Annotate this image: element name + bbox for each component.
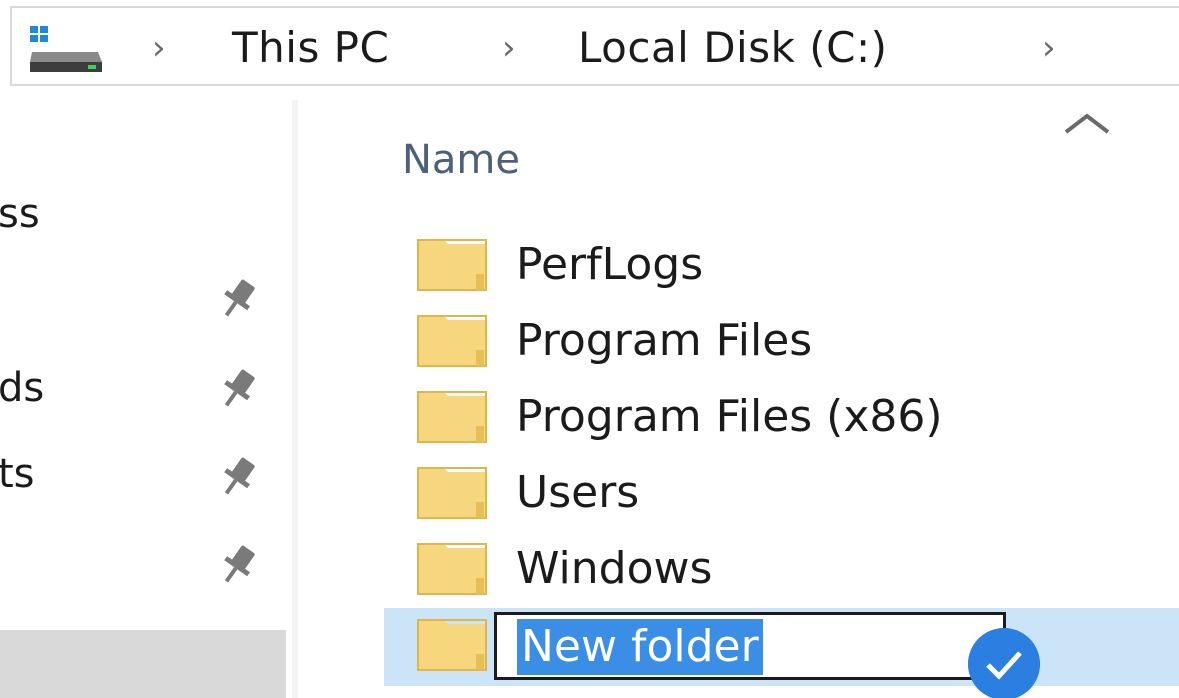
file-list: PerfLogs Program Files Program Files (x8… (384, 228, 1179, 698)
file-name: Users (516, 467, 640, 518)
file-explorer-window: › This PC › Local Disk (C:) › ss ds ts N… (0, 0, 1179, 698)
folder-icon (417, 619, 487, 671)
pane-divider[interactable] (292, 100, 298, 698)
navigation-pane: ss ds ts (0, 90, 292, 698)
nav-item-label[interactable]: ts (0, 448, 35, 500)
file-row[interactable]: Program Files (x86) (384, 380, 1179, 456)
rename-input-value[interactable]: New folder (517, 619, 763, 675)
breadcrumb-separator[interactable]: › (152, 20, 166, 76)
folder-icon (417, 239, 487, 291)
pin-icon[interactable] (208, 542, 268, 588)
breadcrumb-separator[interactable]: › (1042, 20, 1056, 76)
folder-icon (417, 543, 487, 595)
nav-item-label[interactable]: ss (0, 188, 40, 240)
folder-icon (417, 467, 487, 519)
nav-item-label[interactable]: ds (0, 362, 44, 414)
folder-icon (417, 391, 487, 443)
breadcrumb-separator[interactable]: › (502, 20, 516, 76)
file-name: Program Files (x86) (516, 391, 943, 442)
address-bar[interactable]: › This PC › Local Disk (C:) › (10, 6, 1179, 86)
breadcrumb-this-pc[interactable]: This PC (232, 20, 389, 76)
pin-icon[interactable] (208, 454, 268, 500)
file-row[interactable]: Users (384, 456, 1179, 532)
drive-icon (30, 26, 102, 72)
nav-item-selected[interactable] (0, 630, 286, 698)
breadcrumb-local-disk[interactable]: Local Disk (C:) (578, 20, 888, 76)
checkmark-icon (968, 628, 1040, 698)
file-row-editing[interactable]: New folder (384, 608, 1179, 698)
file-row[interactable]: Windows (384, 532, 1179, 608)
column-header-name[interactable]: Name (402, 132, 520, 188)
chevron-up-icon (1064, 113, 1110, 134)
rename-input[interactable]: New folder (494, 612, 1006, 680)
file-name: Program Files (516, 315, 813, 366)
folder-icon (417, 315, 487, 367)
file-row[interactable]: PerfLogs (384, 228, 1179, 304)
file-row[interactable]: Program Files (384, 304, 1179, 380)
file-name: Windows (516, 543, 713, 594)
pin-icon[interactable] (208, 366, 268, 412)
pin-icon[interactable] (208, 276, 268, 322)
file-name: PerfLogs (516, 239, 704, 290)
